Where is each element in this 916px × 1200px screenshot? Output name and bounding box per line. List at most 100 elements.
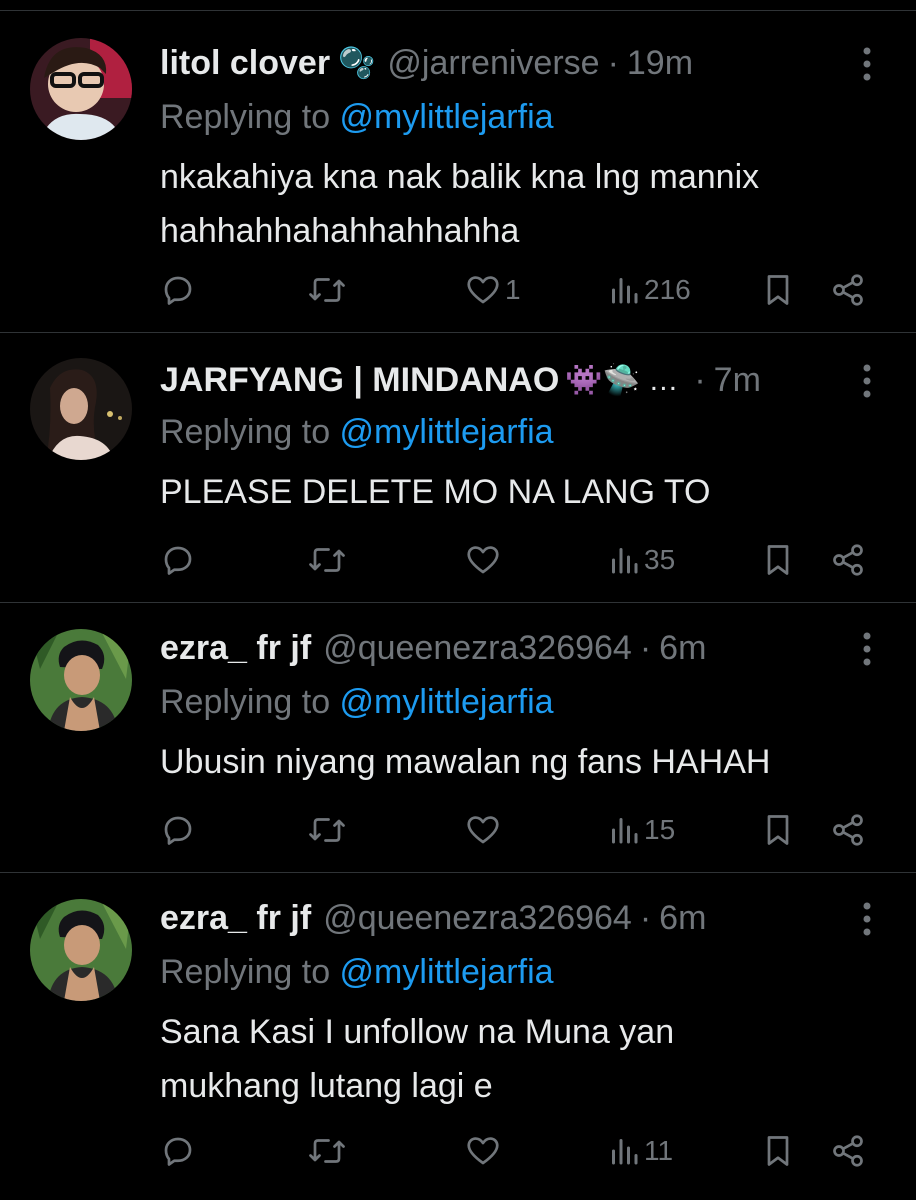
share-button[interactable]	[830, 265, 866, 315]
reply-button[interactable]	[160, 805, 196, 855]
repost-button[interactable]	[306, 805, 348, 855]
more-vertical-icon[interactable]	[860, 363, 874, 399]
views-button[interactable]: 15	[608, 805, 675, 855]
share-icon	[830, 812, 866, 848]
reply-post[interactable]: ezra_ fr jf @queenezra326964 · 6m Replyi…	[0, 873, 916, 1200]
separator-dot: ·	[639, 628, 652, 667]
post-header: litol clover 🫧 @jarreniverse · 19m	[160, 38, 693, 88]
user-handle[interactable]: @jarreniverse	[387, 44, 599, 83]
reply-post[interactable]: ezra_ fr jf @queenezra326964 · 6m Replyi…	[0, 603, 916, 873]
mention-link[interactable]: @mylittlejarfia	[340, 953, 554, 991]
post-text-line: mukhang lutang lagi e	[160, 1067, 493, 1105]
like-button[interactable]	[465, 535, 501, 585]
like-button[interactable]	[465, 1126, 501, 1176]
post-text: nkakahiya kna nak balik kna lng mannix h…	[160, 150, 880, 258]
post-text-line: Sana Kasi I unfollow na Muna yan	[160, 1013, 675, 1051]
view-count: 15	[644, 814, 676, 845]
bookmark-button[interactable]	[762, 535, 794, 585]
reply-feed: litol clover 🫧 @jarreniverse · 19m Reply…	[0, 0, 916, 1200]
heart-icon	[465, 542, 501, 578]
post-header: ezra_ fr jf @queenezra326964 · 6m	[160, 623, 706, 673]
heart-icon	[465, 272, 501, 308]
timestamp[interactable]: 7m	[714, 361, 761, 400]
timestamp[interactable]: 19m	[627, 44, 693, 83]
more-vertical-icon[interactable]	[860, 46, 874, 82]
bookmark-button[interactable]	[762, 1126, 794, 1176]
avatar[interactable]	[30, 38, 132, 140]
views-button[interactable]: 216	[608, 265, 691, 315]
views-icon	[608, 812, 640, 848]
action-bar: 15	[0, 805, 916, 855]
share-icon	[830, 1133, 866, 1169]
post-header: ezra_ fr jf @queenezra326964 · 6m	[160, 893, 706, 943]
mention-link[interactable]: @mylittlejarfia	[340, 98, 554, 136]
post-text: Ubusin niyang mawalan ng fans HAHAH	[160, 735, 880, 789]
views-button[interactable]: 35	[608, 535, 675, 585]
bookmark-icon	[762, 542, 794, 578]
repost-icon	[306, 812, 348, 848]
replying-prefix: Replying to	[160, 98, 340, 136]
more-vertical-icon[interactable]	[860, 631, 874, 667]
reply-button[interactable]	[160, 1126, 196, 1176]
view-count: 35	[644, 544, 676, 575]
avatar[interactable]	[30, 629, 132, 731]
separator-dot: ·	[639, 898, 652, 937]
share-icon	[830, 542, 866, 578]
display-name[interactable]: litol clover	[160, 44, 330, 83]
bookmark-button[interactable]	[762, 805, 794, 855]
share-icon	[830, 272, 866, 308]
display-name[interactable]: JARFYANG | MINDANAO	[160, 361, 559, 400]
replying-prefix: Replying to	[160, 953, 340, 991]
post-header: JARFYANG | MINDANAO 👾🛸 … · 7m	[160, 355, 761, 405]
like-button[interactable]	[465, 805, 501, 855]
bubbles-badge: 🫧	[338, 46, 376, 80]
post-text: Sana Kasi I unfollow na Muna yan mukhang…	[160, 1005, 880, 1113]
avatar[interactable]	[30, 358, 132, 460]
bookmark-icon	[762, 272, 794, 308]
views-button[interactable]: 11	[608, 1126, 673, 1176]
replying-prefix: Replying to	[160, 413, 340, 451]
user-handle[interactable]: @queenezra326964	[323, 629, 632, 668]
user-handle[interactable]: @queenezra326964	[323, 899, 632, 938]
display-name[interactable]: ezra_ fr jf	[160, 629, 311, 668]
separator-dot: ·	[607, 43, 619, 82]
reply-post[interactable]: litol clover 🫧 @jarreniverse · 19m Reply…	[0, 10, 916, 333]
reply-icon	[160, 542, 196, 578]
share-button[interactable]	[830, 1126, 866, 1176]
repost-button[interactable]	[306, 1126, 348, 1176]
bookmark-button[interactable]	[762, 265, 794, 315]
repost-button[interactable]	[306, 265, 348, 315]
view-count: 216	[644, 274, 691, 305]
post-text: PLEASE DELETE MO NA LANG TO	[160, 465, 880, 519]
reply-post[interactable]: JARFYANG | MINDANAO 👾🛸 … · 7m Replying t…	[0, 333, 916, 603]
like-button[interactable]: 1	[465, 265, 521, 315]
action-bar: 35	[0, 535, 916, 585]
view-count: 11	[644, 1135, 674, 1166]
reply-button[interactable]	[160, 265, 196, 315]
repost-icon	[306, 1133, 348, 1169]
share-button[interactable]	[830, 805, 866, 855]
bookmark-icon	[762, 812, 794, 848]
bookmark-icon	[762, 1133, 794, 1169]
post-text-line: Ubusin niyang mawalan ng fans HAHAH	[160, 743, 771, 781]
mention-link[interactable]: @mylittlejarfia	[340, 413, 554, 451]
share-button[interactable]	[830, 535, 866, 585]
replying-to: Replying to @mylittlejarfia	[160, 953, 554, 992]
timestamp[interactable]: 6m	[659, 899, 706, 938]
avatar[interactable]	[30, 899, 132, 1001]
views-icon	[608, 542, 640, 578]
display-name[interactable]: ezra_ fr jf	[160, 899, 311, 938]
replying-to: Replying to @mylittlejarfia	[160, 413, 554, 452]
heart-icon	[465, 1133, 501, 1169]
more-vertical-icon[interactable]	[860, 901, 874, 937]
mention-link[interactable]: @mylittlejarfia	[340, 683, 554, 721]
reply-icon	[160, 272, 196, 308]
reply-icon	[160, 812, 196, 848]
post-text-line: PLEASE DELETE MO NA LANG TO	[160, 473, 711, 511]
repost-button[interactable]	[306, 535, 348, 585]
reply-button[interactable]	[160, 535, 196, 585]
views-icon	[608, 272, 640, 308]
like-count: 1	[505, 274, 521, 305]
heart-icon	[465, 812, 501, 848]
timestamp[interactable]: 6m	[659, 629, 706, 668]
